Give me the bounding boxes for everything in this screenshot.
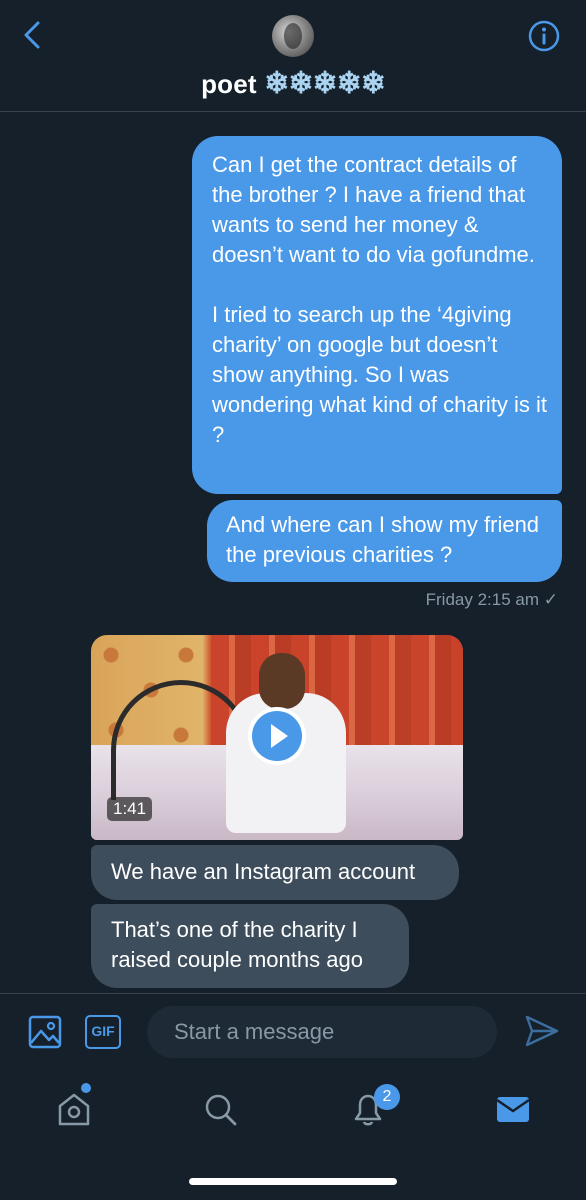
conversation-header: poet ❄❄❄❄❄ <box>0 0 586 112</box>
message-text: We have an Instagram account <box>111 859 416 884</box>
play-button-icon[interactable] <box>248 707 306 765</box>
conversation-title: poet ❄❄❄❄❄ <box>0 66 586 101</box>
mail-icon[interactable] <box>493 1089 533 1129</box>
info-icon[interactable] <box>528 20 560 52</box>
message-timestamp: Friday 2:15 am ✓ <box>425 590 558 609</box>
video-thumbnail-head <box>259 653 305 709</box>
notification-badge: 2 <box>374 1084 400 1110</box>
message-composer: GIF <box>0 993 586 1071</box>
sent-message-bubble[interactable]: Can I get the contract details of the br… <box>192 136 562 494</box>
received-message-bubble[interactable]: That’s one of the charity I raised coupl… <box>91 904 409 988</box>
message-text: That’s one of the charity I raised coupl… <box>111 917 363 972</box>
home-icon[interactable] <box>54 1089 94 1129</box>
video-attachment[interactable]: 1:41 <box>91 635 463 840</box>
chevron-left-icon[interactable] <box>18 18 48 52</box>
search-icon[interactable] <box>200 1089 240 1129</box>
message-text: Can I get the contract details of the br… <box>212 152 548 447</box>
home-unread-dot <box>81 1083 91 1093</box>
snowflake-emoji: ❄❄❄❄❄ <box>264 67 386 100</box>
send-icon[interactable] <box>524 1014 560 1048</box>
message-text: And where can I show my friend the previ… <box>226 512 540 567</box>
received-message-bubble[interactable]: We have an Instagram account <box>91 845 459 900</box>
home-indicator[interactable] <box>189 1178 397 1185</box>
bottom-tab-bar: 2 <box>0 1071 586 1200</box>
image-icon[interactable] <box>28 1015 62 1049</box>
contact-name: poet <box>201 69 257 99</box>
video-duration: 1:41 <box>107 797 153 821</box>
avatar[interactable] <box>272 15 314 57</box>
message-input[interactable] <box>147 1006 497 1058</box>
sent-message-bubble[interactable]: And where can I show my friend the previ… <box>207 500 562 582</box>
gif-button[interactable]: GIF <box>85 1015 121 1049</box>
